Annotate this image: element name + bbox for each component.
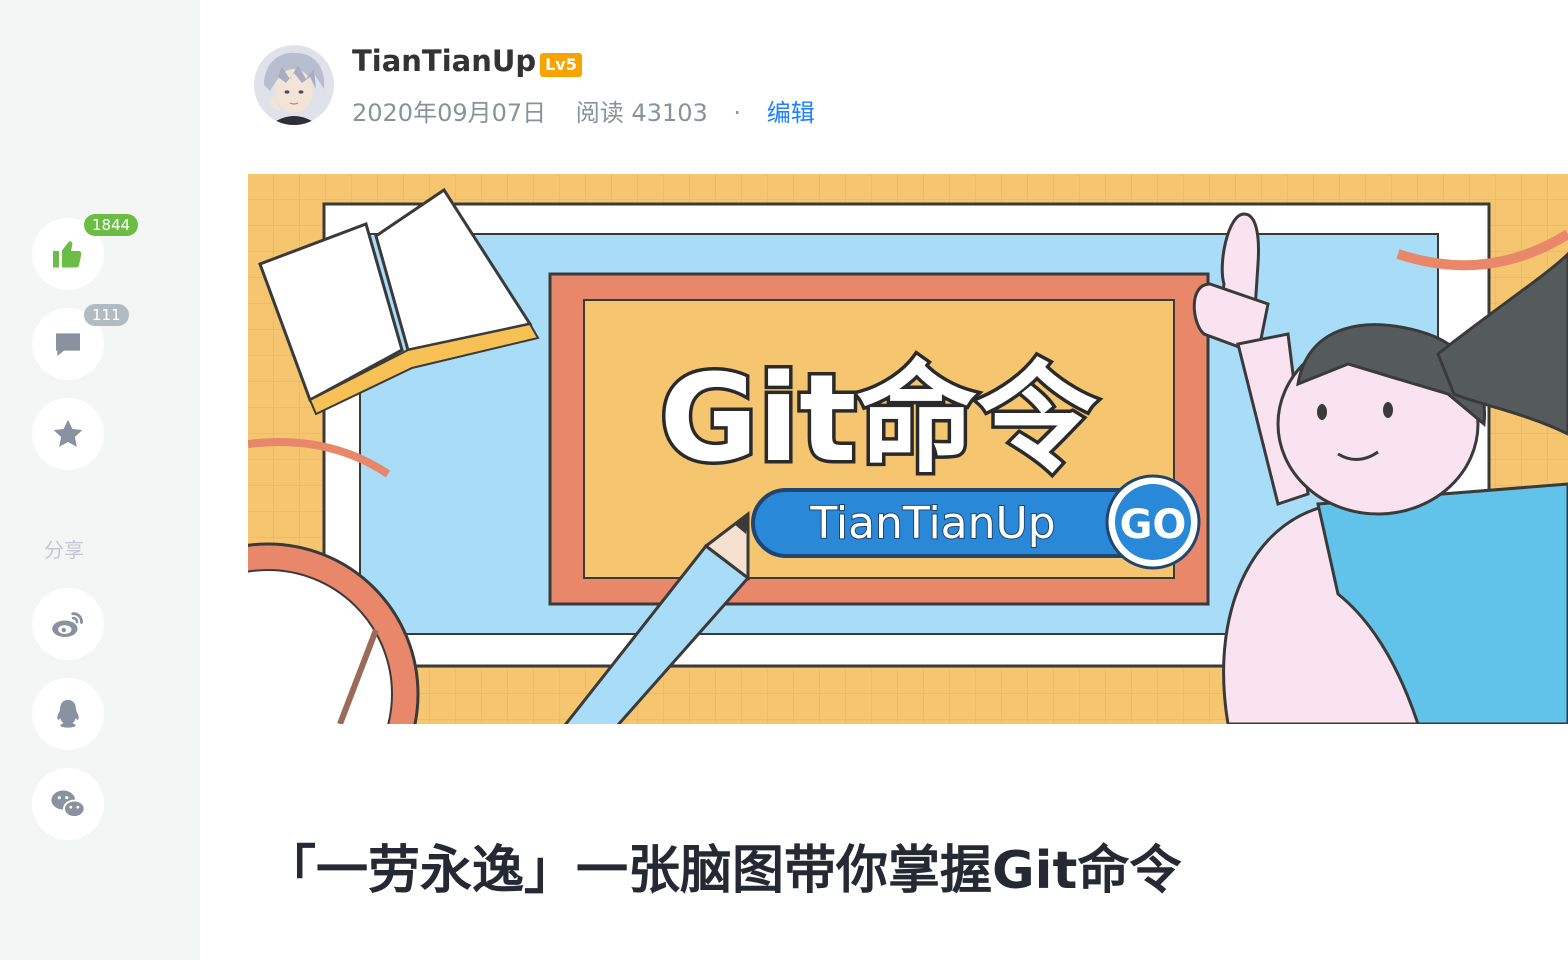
like-count-badge: 1844	[84, 214, 139, 236]
article-title: 「一劳永逸」一张脑图带你掌握Git命令	[264, 841, 1182, 901]
cover-main-text: Git命令	[660, 350, 1098, 489]
publish-date: 2020年09月07日	[352, 99, 547, 127]
article-main: TianTianUp Lv5 2020年09月07日 阅读 43103 · 编辑	[200, 0, 1568, 960]
meta-separator: ·	[733, 99, 742, 127]
article-meta: 2020年09月07日 阅读 43103 · 编辑	[352, 93, 815, 128]
weibo-icon	[49, 605, 87, 643]
edit-link[interactable]: 编辑	[767, 93, 815, 128]
cover-badge-text: GO	[1120, 502, 1187, 548]
wechat-icon	[49, 785, 87, 823]
cover-image: Git命令 TianTianUp GO	[248, 174, 1568, 724]
collect-button[interactable]	[32, 398, 104, 470]
read-count: 阅读 43103	[575, 99, 708, 127]
comment-icon	[52, 328, 84, 360]
article-suspended-panel: 1844 111 分享	[0, 0, 200, 960]
share-qq-button[interactable]	[32, 678, 104, 750]
share-label: 分享	[44, 538, 84, 562]
share-weibo-button[interactable]	[32, 588, 104, 660]
author-name[interactable]: TianTianUp	[352, 44, 536, 78]
author-avatar[interactable]	[254, 45, 334, 125]
thumbs-up-icon	[50, 236, 86, 272]
cover-sub-text: TianTianUp	[809, 498, 1055, 549]
comment-count-badge: 111	[84, 304, 129, 326]
comment-button[interactable]: 111	[32, 304, 129, 380]
like-button[interactable]: 1844	[32, 214, 139, 290]
qq-icon	[51, 697, 85, 731]
star-icon	[50, 416, 86, 452]
author-level-badge: Lv5	[540, 53, 582, 77]
share-wechat-button[interactable]	[32, 768, 104, 840]
